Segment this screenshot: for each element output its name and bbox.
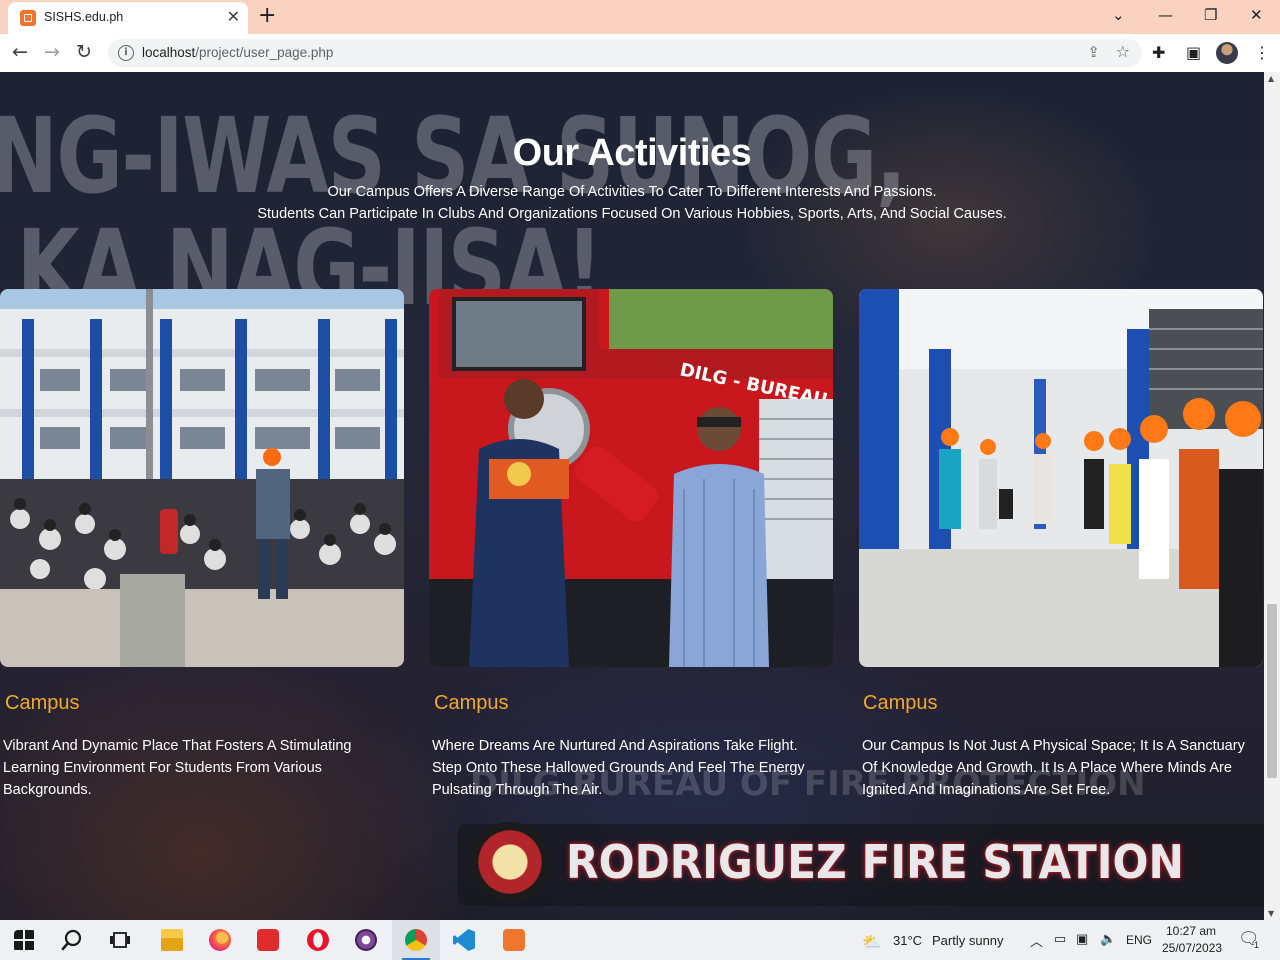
weather-icon[interactable]: ⛅ [862,932,882,952]
xampp-icon [503,929,525,951]
taskbar-xampp[interactable] [490,920,538,960]
scroll-up-arrow-icon[interactable]: ▲ [1268,74,1274,83]
share-icon[interactable]: ⇪ [1087,43,1100,61]
tab-search-chevron-icon[interactable]: ⌄ [1112,4,1125,26]
language-indicator[interactable]: ENG [1126,933,1152,947]
browser-menu-icon[interactable]: ⋮ [1254,42,1270,64]
chrome-icon [405,929,427,951]
notification-count: 1 [1254,940,1260,950]
page-scrollbar[interactable]: ▲ ▼ [1264,72,1280,920]
address-url[interactable]: localhost/project/user_page.php [142,45,333,60]
tab-title: SISHS.edu.ph [44,10,124,24]
task-view-icon [110,932,130,948]
card-title-1: Campus [5,692,80,714]
task-view-button[interactable] [96,920,144,960]
browser-toolbar: ← → ↻ i localhost/project/user_page.php … [0,34,1280,72]
firefox-icon [209,929,231,951]
taskbar-vscode[interactable] [440,920,488,960]
taskbar-tor[interactable] [342,920,390,960]
station-name: RODRIGUEZ FIRE STATION [566,835,1184,889]
activity-photo-2: DILG - BUREAU O [429,289,833,667]
card-title-3: Campus [863,692,938,714]
site-info-icon[interactable]: i [118,45,134,61]
taskbar-vivaldi-app[interactable] [244,920,292,960]
vscode-icon [453,929,475,951]
card-text-2: Where Dreams Are Nurtured And Aspiration… [432,738,805,798]
taskbar-firefox[interactable] [196,920,244,960]
section-title: Our Activities [512,132,752,174]
search-button[interactable] [48,920,96,960]
card-text-1: Vibrant And Dynamic Place That Fosters A… [3,738,352,798]
extensions-puzzle-icon[interactable]: ✚ [1152,42,1165,64]
site-favicon-icon [20,10,36,26]
clock-time[interactable]: 10:27 am [1166,924,1216,938]
tab-strip: SISHS.edu.ph ✕ + ⌄ — ❐ ✕ [0,0,1280,34]
opera-icon [307,929,329,951]
activity-photo-3 [859,289,1263,667]
forward-arrow-icon[interactable]: → [44,41,60,63]
file-explorer-icon [161,929,183,951]
taskbar-opera[interactable] [294,920,342,960]
search-icon [61,929,82,951]
taskbar-chrome[interactable] [392,920,440,960]
section-subtitle-line-1: Our Campus Offers A Diverse Range Of Act… [327,184,937,200]
weather-temperature[interactable]: 31°C [893,933,922,948]
profile-avatar[interactable] [1216,42,1238,64]
new-tab-icon[interactable]: + [258,4,276,28]
station-seal-logo [470,822,550,902]
bookmark-star-icon[interactable]: ☆ [1116,42,1130,61]
close-tab-icon[interactable]: ✕ [227,8,240,26]
v-app-icon [257,929,279,951]
windows-taskbar: ⛅ 31°C Partly sunny ︿ ▭ ▣ 🔈 ENG 10:27 am… [0,920,1280,960]
side-panel-icon[interactable]: ▣ [1186,42,1201,64]
windows-logo-icon [14,930,34,950]
card-text-3: Our Campus Is Not Just A Physical Space;… [862,738,1245,798]
section-subtitle-line-2: Students Can Participate In Clubs And Or… [257,206,1007,222]
card-title-2: Campus [434,692,509,714]
reload-icon[interactable]: ↻ [76,41,92,63]
minimize-icon[interactable]: — [1158,4,1173,26]
weather-description[interactable]: Partly sunny [932,933,1004,948]
close-window-icon[interactable]: ✕ [1250,4,1263,26]
browser-tab[interactable]: SISHS.edu.ph ✕ [8,2,248,34]
scrollbar-thumb[interactable] [1267,604,1277,778]
page-viewport: NG-IWAS SA SUNOG, KA NAG-IISA! DILG BURE… [0,72,1264,920]
address-bar[interactable]: i localhost/project/user_page.php ⇪ ☆ [108,39,1142,67]
activity-photo-1 [0,289,404,667]
show-hidden-icons-chevron-icon[interactable]: ︿ [1030,931,1043,950]
back-arrow-icon[interactable]: ← [12,41,28,63]
scroll-down-arrow-icon[interactable]: ▼ [1268,909,1274,918]
tor-browser-icon [355,929,377,951]
network-icon[interactable]: ▣ [1076,931,1088,947]
clock-date[interactable]: 25/07/2023 [1162,941,1222,955]
url-host: localhost [142,45,196,60]
start-button[interactable] [0,920,48,960]
taskbar-file-explorer[interactable] [148,920,196,960]
device-icon[interactable]: ▭ [1054,931,1066,947]
volume-icon[interactable]: 🔈 [1100,931,1116,947]
restore-icon[interactable]: ❐ [1204,4,1217,26]
url-path: /project/user_page.php [195,45,334,60]
